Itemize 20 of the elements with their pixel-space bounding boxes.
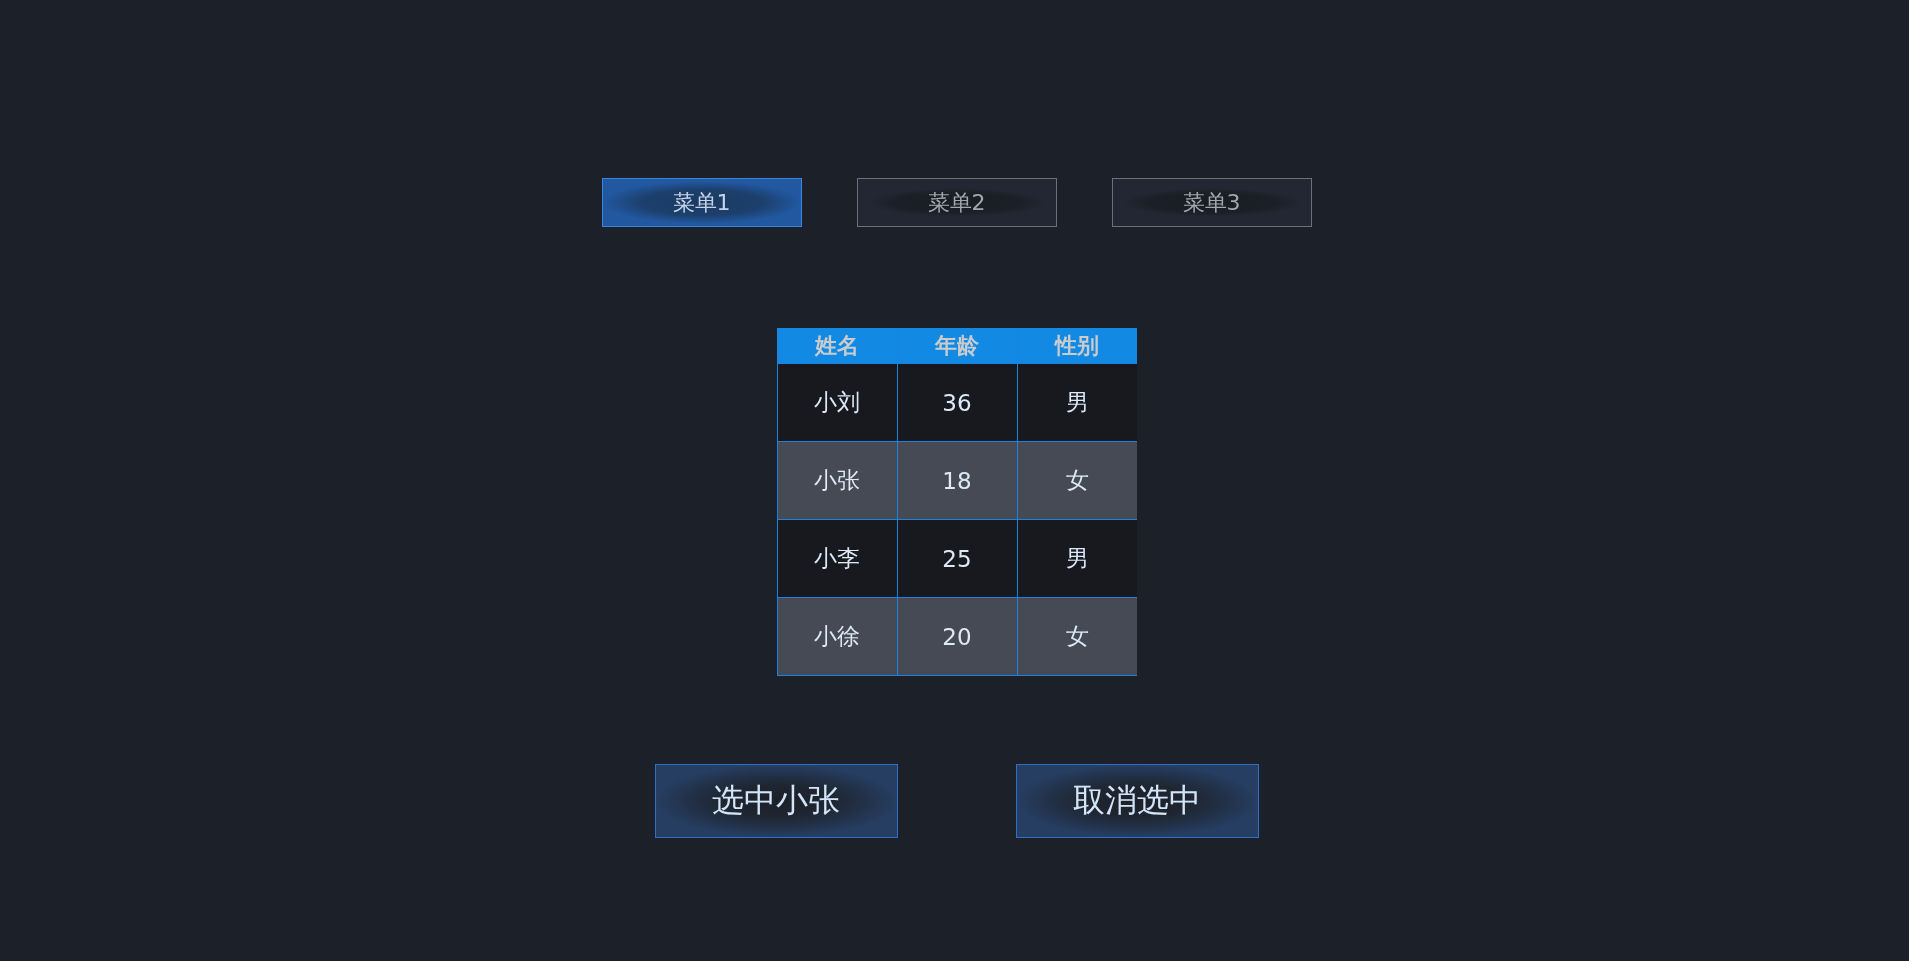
action-button[interactable]: 选中小张 bbox=[654, 764, 898, 838]
table-cell: 小刘 bbox=[777, 363, 897, 442]
table-cell: 小张 bbox=[777, 441, 897, 520]
action-button[interactable]: 取消选中 bbox=[1015, 764, 1259, 838]
column-header: 性别 bbox=[1017, 328, 1137, 364]
table-cell: 25 bbox=[897, 519, 1017, 598]
table-cell: 女 bbox=[1017, 597, 1137, 676]
table-cell: 36 bbox=[897, 363, 1017, 442]
table-cell: 女 bbox=[1017, 441, 1137, 520]
column-header: 姓名 bbox=[777, 328, 897, 364]
table-cell: 20 bbox=[897, 597, 1017, 676]
table-cell: 男 bbox=[1017, 519, 1137, 598]
table-cell: 小徐 bbox=[777, 597, 897, 676]
menu-tab[interactable]: 菜单2 bbox=[856, 178, 1057, 227]
table-cell: 18 bbox=[897, 441, 1017, 520]
table-cell: 小李 bbox=[777, 519, 897, 598]
menu-tab[interactable]: 菜单3 bbox=[1111, 178, 1312, 227]
menu-tab[interactable]: 菜单1 bbox=[601, 178, 802, 227]
column-header: 年龄 bbox=[897, 328, 1017, 364]
table-cell: 男 bbox=[1017, 363, 1137, 442]
